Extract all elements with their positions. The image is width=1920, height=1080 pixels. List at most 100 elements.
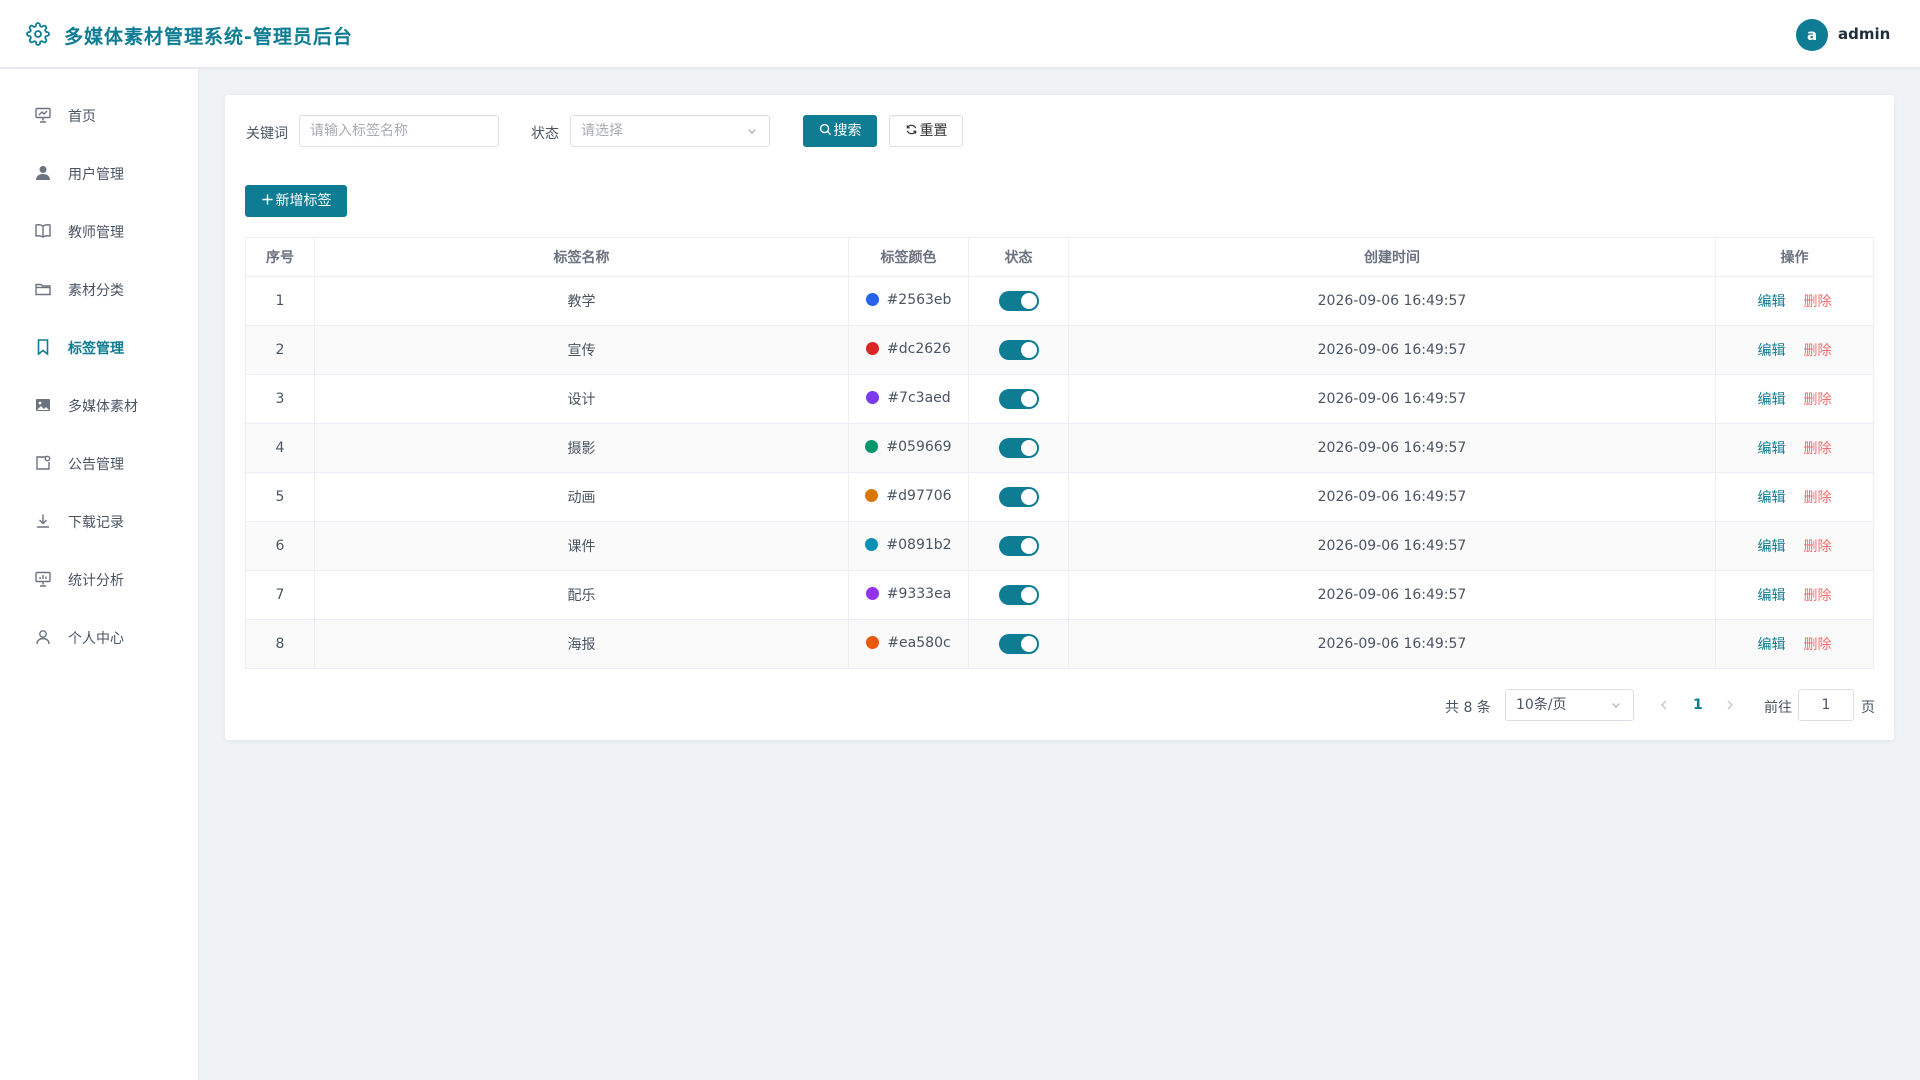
created-time: 2026-09-06 16:49:57 — [1068, 325, 1716, 375]
status-cell — [968, 472, 1069, 522]
sidebar-item-stats[interactable]: 统计分析 — [0, 554, 199, 604]
status-toggle[interactable] — [998, 438, 1039, 458]
chart-icon — [35, 571, 51, 587]
edit-link[interactable]: 编辑 — [1758, 343, 1786, 359]
status-toggle[interactable] — [998, 634, 1039, 654]
row-index: 7 — [245, 570, 315, 620]
sidebar-item-media[interactable]: 多媒体素材 — [0, 380, 199, 430]
keyword-label: 关键词 — [246, 126, 288, 142]
table-row: 8 海报 #ea580c 2026-09-06 16:49:57 编辑 删除 — [245, 619, 1874, 669]
app-title: 多媒体素材管理系统-管理员后台 — [64, 26, 353, 48]
chevron-down-icon — [748, 129, 756, 134]
tag-table: 序号 标签名称 标签颜色 状态 创建时间 操作 1 教学 #2563eb 2026-0… — [245, 237, 1874, 669]
edit-link[interactable]: 编辑 — [1758, 637, 1786, 653]
status-toggle[interactable] — [998, 487, 1039, 507]
color-swatch — [865, 293, 879, 307]
tag-name: 配乐 — [314, 570, 849, 620]
column-header: 操作 — [1715, 237, 1874, 277]
toggle-knob — [1020, 489, 1037, 505]
delete-link[interactable]: 删除 — [1804, 637, 1832, 653]
pagination-total: 共 8 条 — [1445, 700, 1491, 716]
tag-color-hex: #d97706 — [886, 487, 952, 504]
username[interactable]: admin — [1838, 25, 1890, 43]
reset-button[interactable]: 重置 — [889, 115, 963, 147]
sidebar-item-downloads[interactable]: 下载记录 — [0, 496, 199, 546]
status-cell — [968, 619, 1069, 669]
add-tag-button-label: 新增标签 — [275, 193, 332, 209]
delete-link[interactable]: 删除 — [1804, 490, 1832, 506]
page-size-select[interactable]: 10条/页 — [1505, 689, 1634, 721]
edit-link[interactable]: 编辑 — [1758, 294, 1786, 310]
table-row: 3 设计 #7c3aed 2026-09-06 16:49:57 编辑 删除 — [245, 374, 1874, 424]
download-icon — [37, 514, 49, 528]
status-toggle[interactable] — [998, 585, 1039, 605]
delete-link[interactable]: 删除 — [1804, 588, 1832, 604]
sidebar-item-home[interactable]: 首页 — [0, 90, 199, 140]
actions-cell: 编辑 删除 — [1715, 423, 1874, 473]
sidebar-item-teachers[interactable]: 教师管理 — [0, 206, 199, 256]
chevron-left-icon[interactable] — [1658, 697, 1670, 713]
sidebar-item-label: 标签管理 — [68, 341, 124, 357]
page-number-current[interactable]: 1 — [1693, 697, 1703, 713]
created-time: 2026-09-06 16:49:57 — [1068, 472, 1716, 522]
sidebar-item-categories[interactable]: 素材分类 — [0, 264, 199, 314]
row-index: 2 — [245, 325, 315, 375]
column-header: 状态 — [968, 237, 1069, 277]
delete-link[interactable]: 删除 — [1804, 392, 1832, 408]
color-swatch — [866, 342, 880, 356]
delete-link[interactable]: 删除 — [1804, 343, 1832, 359]
status-select[interactable]: 请选择 — [570, 115, 770, 147]
delete-link[interactable]: 删除 — [1804, 294, 1832, 310]
sidebar-item-users[interactable]: 用户管理 — [0, 148, 199, 198]
sidebar-item-label: 公告管理 — [68, 457, 124, 473]
delete-link[interactable]: 删除 — [1804, 441, 1832, 457]
created-time: 2026-09-06 16:49:57 — [1068, 521, 1716, 571]
table-header-row: 序号 标签名称 标签颜色 状态 创建时间 操作 — [245, 237, 1874, 277]
sidebar-item-label: 用户管理 — [68, 167, 124, 183]
status-toggle[interactable] — [998, 389, 1039, 409]
delete-link[interactable]: 删除 — [1804, 539, 1832, 555]
avatar[interactable]: a — [1796, 19, 1828, 51]
column-header: 序号 — [245, 237, 315, 277]
keyword-search-input[interactable] — [299, 115, 499, 147]
row-index: 1 — [245, 276, 315, 326]
goto-page-input[interactable] — [1798, 689, 1854, 721]
edit-link[interactable]: 编辑 — [1758, 588, 1786, 604]
refresh-icon — [906, 124, 916, 135]
status-toggle[interactable] — [998, 536, 1039, 556]
sidebar-item-label: 统计分析 — [68, 573, 124, 589]
sidebar-item-profile[interactable]: 个人中心 — [0, 612, 199, 662]
actions-cell: 编辑 删除 — [1715, 374, 1874, 424]
status-label: 状态 — [531, 126, 559, 142]
table-row: 2 宣传 #dc2626 2026-09-06 16:49:57 编辑 删除 — [245, 325, 1874, 375]
column-header: 创建时间 — [1068, 237, 1716, 277]
row-index: 5 — [245, 472, 315, 522]
status-toggle[interactable] — [998, 340, 1039, 360]
presentation-icon — [35, 107, 51, 123]
sidebar-item-tags[interactable]: 标签管理 — [0, 322, 199, 372]
edit-link[interactable]: 编辑 — [1758, 392, 1786, 408]
toggle-knob — [1020, 440, 1037, 456]
status-toggle[interactable] — [998, 291, 1039, 311]
edit-link[interactable]: 编辑 — [1758, 539, 1786, 555]
status-cell — [968, 521, 1069, 571]
sidebar-item-label: 首页 — [68, 109, 96, 125]
sidebar-item-notices[interactable]: 公告管理 — [0, 438, 199, 488]
chevron-right-icon[interactable] — [1724, 697, 1736, 713]
created-time: 2026-09-06 16:49:57 — [1068, 423, 1716, 473]
page-suffix-label: 页 — [1861, 700, 1875, 716]
color-swatch — [865, 587, 879, 601]
reset-button-label: 重置 — [919, 123, 948, 139]
toggle-knob — [1020, 342, 1037, 358]
search-button[interactable]: 搜索 — [803, 115, 877, 147]
edit-link[interactable]: 编辑 — [1758, 441, 1786, 457]
edit-link[interactable]: 编辑 — [1758, 490, 1786, 506]
add-tag-button[interactable]: 新增标签 — [245, 185, 347, 217]
tag-color-cell: #d97706 — [848, 472, 969, 522]
search-icon — [819, 123, 831, 136]
sidebar-item-label: 个人中心 — [68, 631, 124, 647]
created-time: 2026-09-06 16:49:57 — [1068, 619, 1716, 669]
tag-color-hex: #ea580c — [887, 634, 951, 651]
user-icon — [36, 166, 50, 180]
tag-management-card: 关键词 状态 请选择 搜索 重置 新增标签 序号 标签名称 标签颜色 状态 创建… — [225, 95, 1894, 740]
